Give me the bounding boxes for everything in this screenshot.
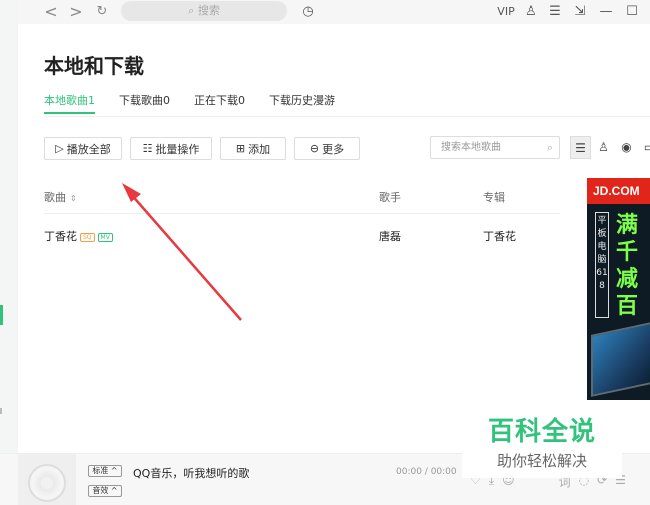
watermark: 百科全说 助你轻松解决	[462, 414, 622, 478]
quality-label: 标准	[92, 466, 109, 475]
sq-badge: SQ	[80, 232, 95, 242]
table-header: 歌曲 ⇕ 歌手 专辑	[44, 178, 560, 214]
sort-icon: ⇕	[70, 194, 77, 203]
album-view-icon[interactable]: ◉	[616, 136, 637, 159]
sound-effect-button[interactable]: 音效 ^	[88, 485, 122, 497]
header-song[interactable]: 歌曲 ⇕	[44, 189, 77, 205]
song-name-cell[interactable]: 丁香花 SQ MV	[44, 228, 113, 244]
view-switcher: ☰ ♙ ◉ ▭	[570, 136, 650, 159]
album-cover[interactable]	[18, 454, 76, 505]
add-button[interactable]: ⊞ 添加	[220, 137, 286, 160]
back-icon[interactable]: <	[41, 2, 61, 22]
header-album: 专辑	[483, 191, 505, 204]
play-all-button[interactable]: ▷ 播放全部	[44, 137, 122, 160]
quality-button[interactable]: 标准 ^	[88, 465, 122, 477]
header-song-label: 歌曲	[44, 191, 66, 204]
tab-divider	[44, 116, 650, 117]
artist-view-icon[interactable]: ♙	[593, 136, 614, 159]
tab-local-songs[interactable]: 本地歌曲1	[44, 94, 95, 114]
add-label: 添加	[248, 142, 271, 156]
chevron-up-icon: ^	[110, 466, 118, 475]
page-title: 本地和下载	[44, 54, 144, 78]
sidebar-marker	[0, 408, 2, 414]
local-search-input[interactable]: 搜索本地歌曲 ⌕	[430, 136, 560, 159]
disc-icon	[28, 464, 66, 502]
list-check-icon: ☷	[142, 142, 153, 155]
ad-side-text: 平板电脑618	[595, 212, 609, 318]
minimize-icon[interactable]: —	[596, 2, 616, 22]
tab-bar: 本地歌曲1 下载歌曲0 正在下载0 下载历史漫游	[44, 94, 335, 114]
menu-icon[interactable]: ☰	[545, 2, 565, 22]
play-all-label: 播放全部	[66, 142, 111, 156]
more-label: 更多	[322, 142, 345, 156]
ad-headline: 满千减百	[616, 213, 639, 319]
artist-cell[interactable]: 唐磊	[379, 228, 401, 244]
watermark-title: 百科全说	[487, 417, 596, 447]
effect-label: 音效	[92, 486, 109, 495]
more-button[interactable]: ⊖ 更多	[294, 137, 360, 160]
global-search-input[interactable]: ⌕ 搜索	[121, 1, 287, 21]
song-table: 歌曲 ⇕ 歌手 专辑 丁香花 SQ MV 唐磊 丁香花	[44, 178, 560, 254]
table-row[interactable]: 丁香花 SQ MV 唐磊 丁香花	[44, 214, 560, 254]
shirt-icon[interactable]: ♙	[521, 2, 541, 22]
ad-brand: JD.COM	[587, 178, 650, 204]
jd-advertisement[interactable]: JD.COM 平板电脑618 满千减百	[587, 178, 650, 400]
refresh-icon[interactable]: ↻	[92, 2, 112, 22]
list-view-icon[interactable]: ☰	[570, 136, 591, 159]
song-name: 丁香花	[44, 230, 77, 243]
speed-icon[interactable]: ◷	[298, 2, 318, 22]
batch-label: 批量操作	[155, 142, 200, 156]
search-icon: ⌕	[546, 141, 553, 154]
forward-icon[interactable]: >	[66, 2, 86, 22]
local-search-placeholder: 搜索本地歌曲	[441, 142, 501, 153]
tab-download-history[interactable]: 下载历史漫游	[269, 94, 335, 114]
folder-view-icon[interactable]: ▭	[639, 136, 650, 159]
batch-operation-button[interactable]: ☷ 批量操作	[130, 137, 212, 160]
main-panel: 本地和下载 本地歌曲1 下载歌曲0 正在下载0 下载历史漫游 ▷ 播放全部 ☷ …	[18, 24, 650, 453]
album-cell[interactable]: 丁香花	[483, 228, 516, 244]
tab-downloading[interactable]: 正在下载0	[194, 94, 245, 114]
plus-icon: ⊞	[235, 142, 246, 155]
now-playing-text: QQ音乐，听我想听的歌	[133, 467, 250, 480]
maximize-icon[interactable]: ☐	[622, 2, 642, 22]
tab-downloaded-songs[interactable]: 下载歌曲0	[119, 94, 170, 114]
play-time: 00:00 / 00:00	[396, 467, 457, 477]
chevron-up-icon: ^	[110, 486, 118, 495]
search-icon: ⌕	[188, 4, 195, 17]
mv-badge[interactable]: MV	[97, 232, 113, 242]
toolbar: ▷ 播放全部 ☷ 批量操作 ⊞ 添加 ⊖ 更多	[44, 137, 360, 160]
mini-mode-icon[interactable]: ⇲	[570, 2, 590, 22]
play-icon: ▷	[55, 142, 64, 155]
header-artist: 歌手	[379, 191, 401, 204]
sidebar-active-indicator	[0, 305, 3, 325]
watermark-subtitle: 助你轻松解决	[496, 452, 587, 470]
sidebar	[0, 0, 18, 505]
global-search-placeholder: 搜索	[197, 4, 220, 17]
vip-button[interactable]: VIP	[494, 2, 518, 22]
more-icon: ⊖	[309, 142, 320, 155]
top-bar: < > ↻ ⌕ 搜索 ◷ VIP ♙ ☰ ⇲ — ☐	[18, 0, 650, 24]
ad-laptop-image	[591, 321, 650, 397]
